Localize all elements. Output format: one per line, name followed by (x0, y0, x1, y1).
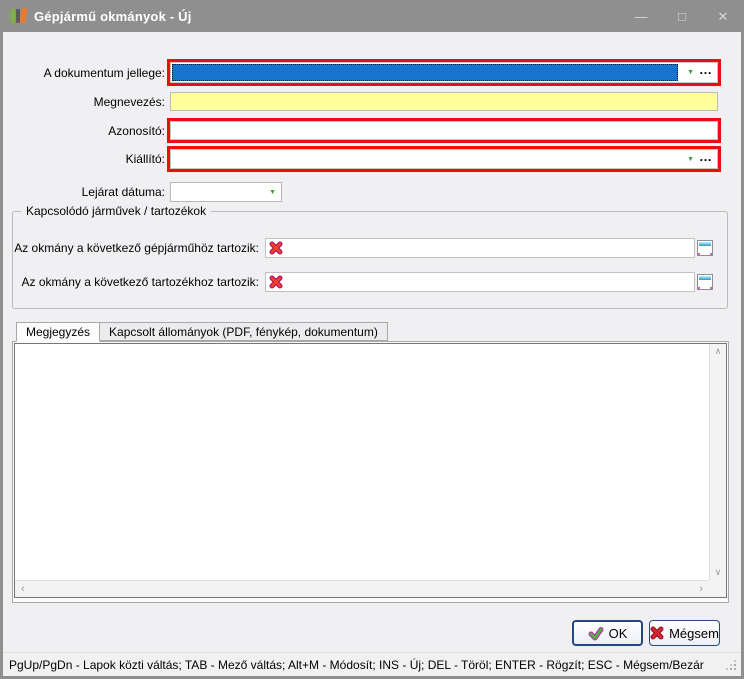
name-input[interactable] (170, 92, 718, 111)
dialog-window: Gépjármű okmányok - Új — □ ✕ A dokumentu… (0, 0, 744, 679)
scrollbar-corner (709, 580, 726, 597)
clear-x-icon[interactable] (269, 241, 283, 255)
scroll-left-icon[interactable]: ‹ (21, 584, 25, 595)
issuer-combobox[interactable]: ▼ … (167, 146, 721, 172)
document-type-lookup-button[interactable]: … (699, 63, 713, 76)
horizontal-scrollbar[interactable]: ‹ › (15, 580, 709, 597)
scroll-up-icon[interactable]: ∧ (715, 347, 722, 356)
dropdown-arrow-icon[interactable]: ▼ (687, 69, 694, 76)
clear-x-icon[interactable] (269, 275, 283, 289)
vertical-scrollbar[interactable]: ∧ ∨ (709, 344, 726, 580)
window-picker-icon (697, 240, 713, 256)
accessory-link-field[interactable] (265, 272, 695, 292)
related-vehicles-groupbox: Kapcsolódó járművek / tartozékok Az okmá… (12, 211, 728, 309)
vehicle-link-label: Az okmány a következő gépjárműhöz tartoz… (13, 238, 259, 258)
close-icon[interactable]: ✕ (716, 10, 730, 23)
dropdown-arrow-icon[interactable]: ▼ (687, 156, 694, 163)
vehicle-picker-button[interactable] (696, 239, 714, 257)
document-type-combobox[interactable]: ▼ … (167, 59, 721, 86)
expiry-date-combobox[interactable]: ▼ (170, 182, 282, 202)
window-title: Gépjármű okmányok - Új (34, 0, 192, 32)
identifier-value[interactable] (171, 122, 717, 139)
accessory-link-label: Az okmány a következő tartozékhoz tartoz… (13, 272, 259, 292)
ok-button[interactable]: OK (572, 620, 643, 646)
tab-strip: Megjegyzés Kapcsolt állományok (PDF, fén… (16, 322, 388, 341)
vehicle-link-field[interactable] (265, 238, 695, 258)
resize-grip-icon[interactable] (734, 668, 736, 670)
notes-memo: ∧ ∨ ‹ › (14, 343, 727, 598)
cancel-x-icon (650, 626, 664, 640)
ok-button-label: OK (609, 626, 628, 641)
issuer-lookup-button[interactable]: … (699, 150, 713, 163)
dropdown-arrow-icon[interactable]: ▼ (269, 189, 276, 196)
issuer-label: Kiállító: (0, 146, 165, 172)
tab-page-notes: ∧ ∨ ‹ › (12, 341, 729, 603)
window-picker-icon (697, 274, 713, 290)
notes-textarea[interactable] (15, 344, 709, 580)
accessory-picker-button[interactable] (696, 273, 714, 291)
minimize-icon[interactable]: — (634, 10, 648, 23)
issuer-value[interactable] (171, 150, 679, 168)
titlebar: Gépjármű okmányok - Új — □ ✕ (0, 0, 744, 32)
name-label: Megnevezés: (0, 92, 165, 111)
identifier-input[interactable] (167, 118, 721, 143)
scroll-right-icon[interactable]: › (699, 584, 703, 595)
check-icon (588, 626, 604, 641)
expiry-date-label: Lejárat dátuma: (0, 182, 165, 202)
app-icon (10, 7, 30, 25)
tab-attachments[interactable]: Kapcsolt állományok (PDF, fénykép, dokum… (100, 322, 388, 341)
document-type-label: A dokumentum jellege: (0, 60, 165, 86)
statusbar: PgUp/PgDn - Lapok közti váltás; TAB - Me… (0, 652, 744, 676)
identifier-label: Azonosító: (0, 118, 165, 143)
document-type-selected-value[interactable] (172, 64, 678, 81)
statusbar-hint-text: PgUp/PgDn - Lapok közti váltás; TAB - Me… (9, 658, 704, 672)
maximize-icon[interactable]: □ (675, 10, 689, 23)
groupbox-title: Kapcsolódó járművek / tartozékok (21, 204, 211, 218)
cancel-button[interactable]: Mégsem (649, 620, 720, 646)
cancel-button-label: Mégsem (669, 626, 719, 641)
scroll-down-icon[interactable]: ∨ (715, 568, 722, 577)
window-border-left (0, 32, 3, 679)
tab-notes[interactable]: Megjegyzés (16, 322, 100, 342)
